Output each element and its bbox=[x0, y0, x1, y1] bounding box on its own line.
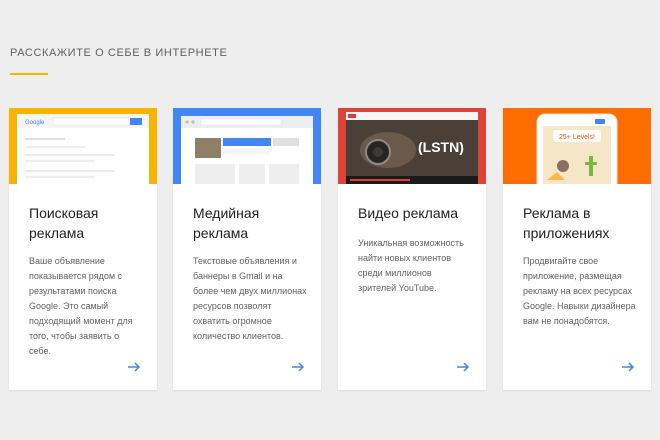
card-description: Текстовые объявления и баннеры в Gmail и… bbox=[193, 256, 307, 341]
arrow-right-icon[interactable] bbox=[456, 360, 470, 374]
display-banner bbox=[173, 108, 321, 184]
card-description: Продвигайте свое приложение, размещая ре… bbox=[523, 256, 636, 326]
card-title: Реклама в приложениях bbox=[523, 205, 610, 241]
app-banner: 25+ Levels! bbox=[503, 108, 651, 184]
title-underline bbox=[10, 73, 48, 75]
search-banner: Google bbox=[9, 108, 157, 184]
card-description: Ваше объявление показывается рядом с рез… bbox=[29, 256, 133, 356]
arrow-right-icon[interactable] bbox=[621, 360, 635, 374]
card-description: Уникальная возможность найти новых клиен… bbox=[358, 238, 464, 293]
card-app-ads[interactable]: 25+ Levels! Реклама в приложениях Продви… bbox=[503, 108, 651, 390]
section-title: РАССКАЖИТЕ О СЕБЕ В ИНТЕРНЕТЕ bbox=[10, 47, 228, 59]
card-video-ads[interactable]: (LSTN) Видео реклама Уникальная возможно… bbox=[338, 108, 486, 390]
google-logo-text: Google bbox=[25, 120, 45, 126]
arrow-right-icon[interactable] bbox=[291, 360, 305, 374]
card-search-ads[interactable]: Google Поисковая реклама Ваше объявление… bbox=[9, 108, 157, 390]
lstn-logo-text: (LSTN) bbox=[418, 139, 464, 155]
levels-text: 25+ Levels! bbox=[559, 134, 595, 141]
arrow-right-icon[interactable] bbox=[127, 360, 141, 374]
card-title: Медийная реклама bbox=[193, 205, 260, 241]
card-display-ads[interactable]: Медийная реклама Текстовые объявления и … bbox=[173, 108, 321, 390]
video-banner: (LSTN) bbox=[338, 108, 486, 184]
card-title: Видео реклама bbox=[358, 205, 459, 221]
card-title: Поисковая реклама bbox=[29, 205, 99, 241]
